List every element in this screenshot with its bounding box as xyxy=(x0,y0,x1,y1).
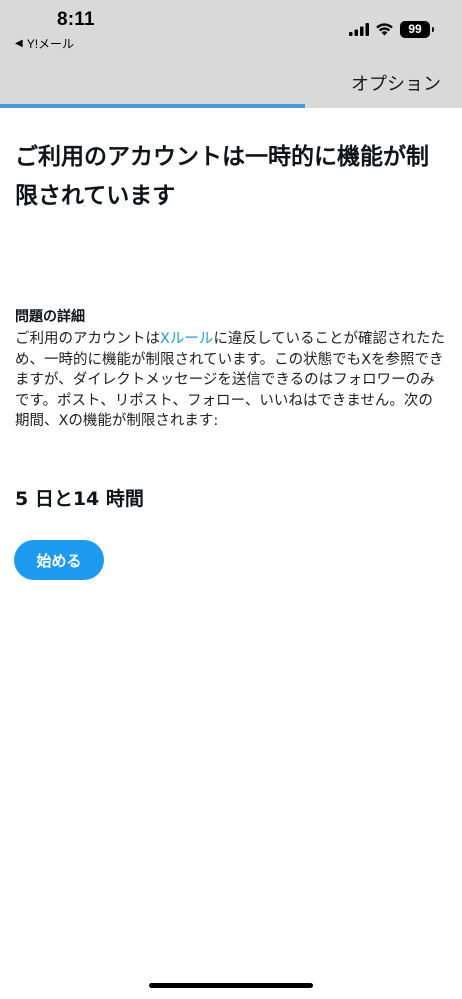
signal-icon xyxy=(349,22,369,36)
top-header-area: 8:11 ◀ Y!メール 99 オプション xyxy=(0,0,462,108)
status-icons: 99 xyxy=(349,20,434,38)
details-heading: 問題の詳細 xyxy=(15,309,85,325)
page-title: ご利用のアカウントは一時的に機能が制限されています xyxy=(15,144,429,209)
status-time: 8:11 xyxy=(57,9,95,30)
progress-bar-fill xyxy=(0,104,305,108)
wifi-icon xyxy=(376,23,393,36)
home-indicator[interactable] xyxy=(149,983,313,988)
back-caret-icon: ◀ xyxy=(15,37,23,49)
battery-icon: 99 xyxy=(400,20,434,38)
progress-bar xyxy=(0,104,462,108)
x-rules-link[interactable]: Xルール xyxy=(160,331,213,347)
battery-level: 99 xyxy=(408,21,422,36)
details-text: ご利用のアカウントはXルールに違反していることが確認されたため、一時的に機能が制… xyxy=(15,329,445,432)
back-to-app-link[interactable]: ◀ Y!メール xyxy=(15,35,74,52)
start-button[interactable]: 始める xyxy=(14,540,104,580)
details-text-part-1: ご利用のアカウントは xyxy=(15,331,160,347)
options-button[interactable]: オプション xyxy=(351,70,441,96)
battery-tip xyxy=(432,26,434,32)
back-app-label: Y!メール xyxy=(26,37,75,51)
restriction-duration: 5 日と14 時間 xyxy=(15,488,144,510)
main-content: ご利用のアカウントは一時的に機能が制限されています xyxy=(15,138,447,216)
